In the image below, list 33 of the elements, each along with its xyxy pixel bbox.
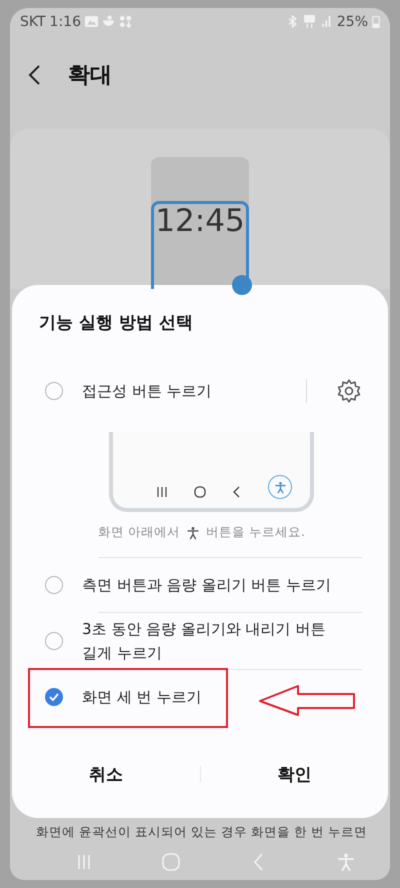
home-icon bbox=[192, 485, 207, 500]
settings-icon[interactable] bbox=[336, 378, 362, 404]
apps-icon bbox=[119, 15, 132, 28]
page-title: 확대 bbox=[68, 62, 112, 90]
description-text: 화면에 윤곽선이 표시되어 있는 경우 화면을 한 번 누르면 bbox=[35, 823, 368, 842]
accessibility-icon bbox=[274, 480, 287, 494]
time-text: 1:16 bbox=[50, 14, 81, 30]
clock-text: 12:45 bbox=[155, 204, 245, 242]
option-label[interactable]: 화면 세 번 누르기 bbox=[82, 685, 332, 710]
battery-text: 25% bbox=[336, 14, 368, 30]
battery-icon bbox=[372, 15, 380, 28]
hint-text: 화면 아래에서 bbox=[98, 524, 180, 542]
radio-button[interactable] bbox=[45, 576, 63, 594]
network-icon bbox=[302, 15, 316, 28]
cup-icon bbox=[102, 15, 115, 28]
signal-icon bbox=[320, 15, 333, 28]
home-icon[interactable] bbox=[161, 852, 182, 872]
option-label[interactable]: 측면 버튼과 음량 올리기 버튼 누르기 bbox=[82, 573, 332, 598]
radio-button[interactable] bbox=[45, 632, 63, 650]
accessibility-icon bbox=[186, 526, 200, 540]
confirm-button[interactable]: 확인 bbox=[200, 752, 388, 796]
check-icon bbox=[48, 691, 60, 704]
carrier-text: SKT bbox=[20, 14, 46, 30]
accessibility-icon bbox=[336, 852, 356, 872]
dialog-title: 기능 실행 방법 선택 bbox=[38, 312, 194, 334]
image-icon bbox=[85, 15, 98, 28]
radio-button[interactable] bbox=[45, 382, 63, 400]
option-label[interactable]: 3초 동안 음량 올리기와 내리기 버튼 길게 누르기 bbox=[82, 617, 332, 666]
radio-button[interactable] bbox=[45, 688, 63, 706]
hint-text: 버튼을 누르세요. bbox=[206, 524, 305, 542]
cancel-button[interactable]: 취소 bbox=[12, 752, 200, 796]
option-label[interactable]: 접근성 버튼 누르기 bbox=[82, 379, 287, 404]
recents-icon bbox=[154, 485, 169, 500]
